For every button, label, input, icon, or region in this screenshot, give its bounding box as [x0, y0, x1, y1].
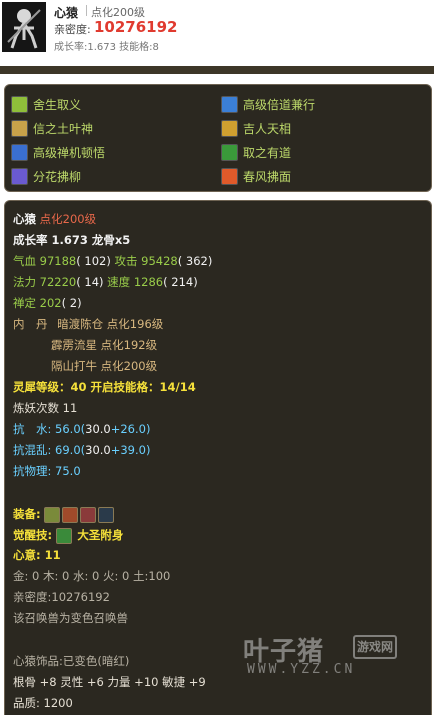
skills-panel: 舍生取义 高级倍道兼行 信之土叶神 吉人天相 高级禅机顿悟 取之有道 分花拂柳 … [4, 84, 432, 192]
awaken-skill-name: 大圣附身 [77, 528, 124, 542]
ornament-row: 心猿饰品:已变色(暗红) [13, 654, 130, 668]
resist-water-label: 抗 水: [13, 422, 56, 436]
info-mp-spd: 法力 72220( 14) 速度 1286( 214) [13, 274, 198, 290]
zen-value: 202 [39, 296, 62, 310]
attribute-bonus: 根骨 +8 灵性 +6 力量 +10 敏捷 +9 [13, 675, 206, 689]
header-bottom-bar [0, 66, 434, 74]
spd-extra: ( 214) [163, 275, 198, 289]
mp-label: 法力 [13, 275, 40, 289]
intimacy-row: 亲密度:10276192 [13, 590, 110, 604]
site-watermark: 叶子猪 游戏网 WWW.YZZ.CN [243, 631, 423, 677]
zen-label: 禅定 [13, 296, 40, 310]
armor-equip-icon[interactable] [80, 506, 97, 523]
skill-label: 分花拂柳 [33, 169, 82, 184]
skill-label: 高级倍道兼行 [243, 97, 316, 112]
ring-equip-icon[interactable] [44, 506, 61, 523]
intimacy-value: 10276192 [94, 18, 178, 36]
flower-skill-icon [11, 167, 28, 185]
skill-label: 吉人天相 [243, 121, 292, 136]
path-skill-icon [221, 143, 238, 161]
resist-water: 抗 水: 56.0(30.0+26.0) [13, 421, 150, 437]
resist-water-base: 30.0 [85, 422, 111, 436]
fortune-skill-icon [221, 119, 238, 137]
atk-value: 95428 [141, 254, 178, 268]
crescent-equip-icon[interactable] [98, 506, 115, 523]
skill-item[interactable]: 信之土叶神 [11, 118, 93, 138]
resist-chaos-base: 30.0 [85, 443, 111, 457]
resist-physical: 抗物理: 75.0 [13, 464, 81, 478]
heart-value: 心意: 11 [13, 548, 61, 562]
skill-item[interactable]: 分花拂柳 [11, 166, 81, 186]
neidan-item: 暗渡陈仓 点化196级 [57, 317, 164, 331]
skill-item[interactable]: 春风拂面 [221, 166, 291, 186]
info-title: 心猿 点化200级 [13, 211, 96, 227]
info-name: 心猿 [13, 212, 36, 226]
transform-note: 该召唤兽为变色召唤兽 [13, 611, 128, 625]
wind-skill-icon [221, 95, 238, 113]
soul-level: 灵犀等级：40 开启技能格：14/14 [13, 380, 196, 394]
pet-info-panel: 心猿 点化200级 成长率 1.673 龙骨x5 气血 97188( 102) … [4, 200, 432, 715]
elements-row: 金: 0 木: 0 水: 0 火: 0 土:100 [13, 569, 171, 583]
pet-avatar [2, 2, 46, 52]
intimacy-label: 亲密度: [54, 23, 91, 36]
quality-row: 品质: 1200 [13, 696, 73, 710]
watermark-badge: 游戏网 [353, 635, 397, 659]
skill-item[interactable]: 吉人天相 [221, 118, 291, 138]
mp-extra: ( 14) [76, 275, 104, 289]
info-growth: 成长率 1.673 龙骨x5 [13, 233, 131, 247]
resist-water-total: 56.0( [55, 422, 86, 436]
earth-spirit-icon [11, 119, 28, 137]
fire-skill-icon [221, 167, 238, 185]
skill-label: 信之土叶神 [33, 121, 94, 136]
equip-label: 装备: [13, 507, 41, 521]
skill-label: 取之有道 [243, 145, 292, 160]
spd-value: 1286 [133, 275, 164, 289]
awaken-label: 觉醒技: [13, 528, 53, 542]
hp-extra: ( 102) [76, 254, 111, 268]
resist-chaos-total: 69.0( [55, 443, 86, 457]
resist-chaos-bonus: +39.0) [110, 443, 151, 457]
hp-value: 97188 [39, 254, 77, 268]
neidan-item: 霹雳流星 点化192级 [51, 338, 158, 352]
neidan-label: 内 丹 [13, 317, 48, 331]
zen-extra: ( 2) [61, 296, 82, 310]
mp-value: 72220 [39, 275, 77, 289]
skill-item[interactable]: 取之有道 [221, 142, 291, 162]
equipment-row: 装备: [13, 506, 116, 523]
atk-extra: ( 362) [177, 254, 213, 268]
neidan-item: 隔山打牛 点化200级 [51, 359, 158, 373]
growth-summary: 成长率:1.673 技能格:8 [54, 42, 159, 53]
info-zen: 禅定 202( 2) [13, 295, 82, 311]
sword-skill-icon [11, 95, 28, 113]
resist-water-bonus: +26.0) [110, 422, 151, 436]
awaken-row: 觉醒技: 大圣附身 [13, 527, 123, 544]
resist-chaos: 抗混乱: 69.0(30.0+39.0) [13, 442, 150, 458]
pet-header: 心猿 点化200级 亲密度: 10276192 成长率:1.673 技能格:8 [0, 0, 434, 66]
demon-count: 炼妖次数 11 [13, 401, 78, 415]
monkey-portrait-icon [2, 2, 46, 52]
skill-label: 高级禅机顿悟 [33, 145, 106, 160]
claw-equip-icon[interactable] [62, 506, 79, 523]
skill-item[interactable]: 高级倍道兼行 [221, 94, 315, 114]
skill-item[interactable]: 高级禅机顿悟 [11, 142, 105, 162]
neidan-row-1: 内 丹 暗渡陈仓 点化196级 [13, 316, 163, 332]
info-hp-atk: 气血 97188( 102) 攻击 95428( 362) [13, 253, 212, 269]
info-level: 点化200级 [36, 212, 97, 226]
pet-name: 心猿 [54, 6, 79, 20]
watermark-url: WWW.YZZ.CN [247, 662, 356, 677]
header-divider [86, 5, 87, 16]
hp-label: 气血 [13, 254, 40, 268]
skill-label: 春风拂面 [243, 169, 292, 184]
zen-skill-icon [11, 143, 28, 161]
resist-chaos-label: 抗混乱: [13, 443, 56, 457]
atk-label: 攻击 [110, 254, 142, 268]
skill-item[interactable]: 舍生取义 [11, 94, 81, 114]
awaken-skill-icon[interactable] [55, 527, 72, 544]
skill-label: 舍生取义 [33, 97, 82, 112]
spd-label: 速度 [103, 275, 134, 289]
